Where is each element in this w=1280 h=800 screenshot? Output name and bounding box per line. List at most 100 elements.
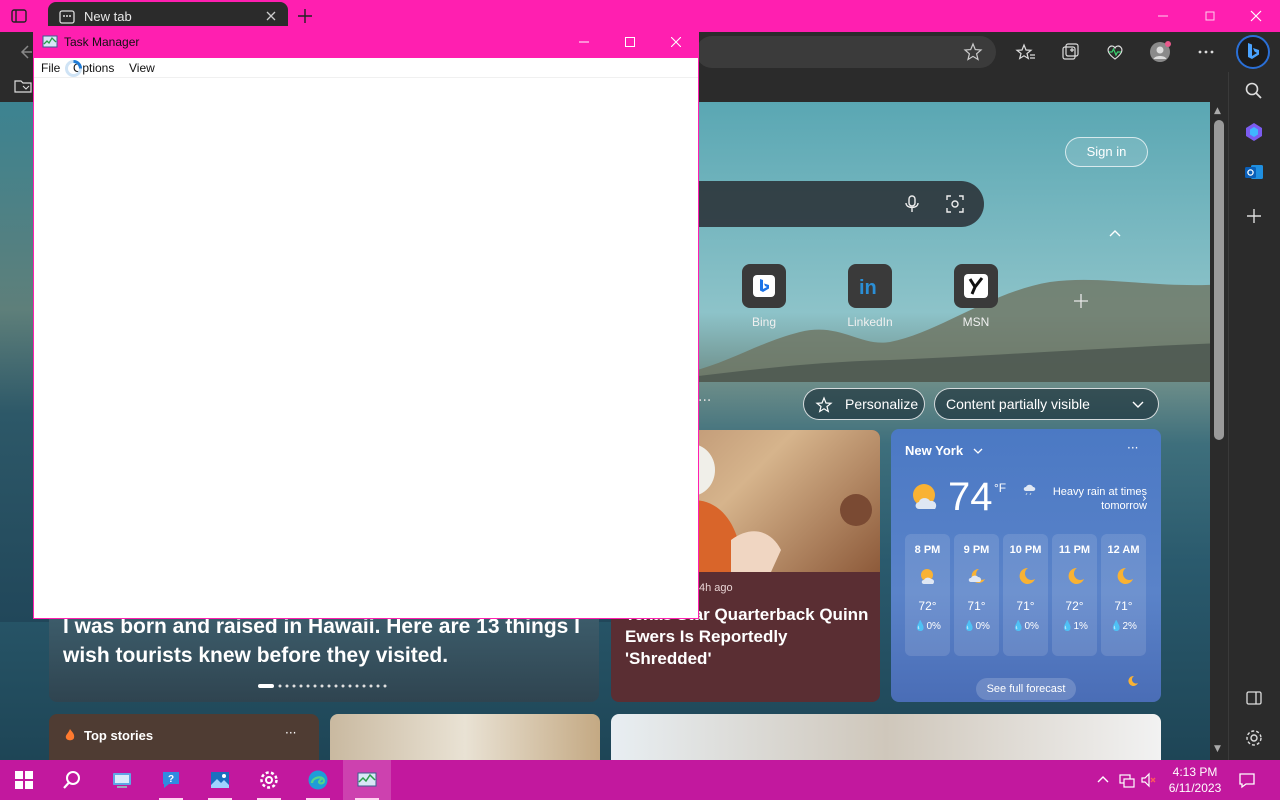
bing-chat-button[interactable] — [1236, 35, 1270, 69]
sign-in-button[interactable]: Sign in — [1065, 137, 1148, 167]
taskbar-get-help[interactable]: ? — [147, 760, 195, 800]
taskbar-edge[interactable] — [294, 760, 342, 800]
sidebar-settings-gear-icon[interactable] — [1243, 727, 1265, 749]
hourly-forecast-item[interactable]: 8 PM 72° 💧0% — [905, 534, 950, 656]
top-stories-more-dots-icon[interactable]: ··· — [285, 726, 296, 740]
svg-text:?: ? — [168, 774, 174, 785]
hourly-forecast-item[interactable]: 9 PM 71° 💧0% — [954, 534, 999, 656]
browser-close-icon[interactable] — [1246, 6, 1266, 26]
sidebar-add-icon[interactable] — [1243, 205, 1265, 227]
hour-precip-value: 1% — [1073, 621, 1088, 632]
add-shortcut-plus-icon[interactable] — [1072, 292, 1090, 310]
quick-link-linkedin[interactable]: in LinkedIn — [835, 264, 905, 330]
bing-logo-icon — [1248, 43, 1259, 59]
profile-avatar-icon[interactable] — [1149, 41, 1171, 63]
personalize-star-icon — [815, 396, 833, 413]
maximize-button[interactable] — [607, 27, 653, 58]
taskbar-photos[interactable] — [196, 760, 244, 800]
visual-search-icon[interactable] — [945, 194, 965, 214]
weather-city[interactable]: New York — [905, 443, 983, 458]
partly-cloudy-icon — [920, 569, 934, 584]
task-manager-title-bar[interactable]: Task Manager — [34, 27, 698, 58]
scroll-up-arrow-icon[interactable]: ▲ — [1214, 106, 1221, 116]
sidebar-discover-icon[interactable] — [1243, 121, 1265, 143]
photos-icon — [211, 772, 229, 788]
quick-link-msn[interactable]: MSN — [941, 264, 1011, 330]
hourly-forecast-item[interactable]: 12 AM 71° 💧2% — [1101, 534, 1146, 656]
feed-more-dots-icon[interactable]: ··· — [698, 393, 711, 409]
hour-time: 8 PM — [914, 544, 941, 556]
sidebar-search-icon[interactable] — [1243, 80, 1265, 102]
taskbar-settings[interactable] — [245, 760, 293, 800]
scrollbar-thumb[interactable] — [1214, 120, 1224, 440]
favorites-icon[interactable] — [1015, 41, 1037, 63]
web-search-box[interactable] — [690, 181, 984, 227]
hour-time: 12 AM — [1107, 544, 1140, 556]
partly-cloudy-icon — [913, 484, 937, 509]
weather-more-dots-icon[interactable]: ··· — [1127, 441, 1138, 455]
busy-cursor-icon — [65, 60, 82, 77]
hour-precip-value: 0% — [975, 621, 990, 632]
menu-file[interactable]: File — [41, 61, 60, 75]
personalize-button[interactable]: Personalize — [803, 388, 925, 420]
story-card-thumbnail[interactable] — [330, 714, 600, 760]
maximize-icon — [625, 37, 635, 47]
story-card-thumbnail[interactable] — [611, 714, 1161, 760]
see-full-forecast-button[interactable]: See full forecast — [976, 678, 1076, 700]
hour-precip: 💧1% — [1061, 621, 1088, 632]
hour-temp: 72° — [918, 599, 937, 613]
sidebar-outlook-icon[interactable] — [1243, 161, 1265, 183]
chevron-down-icon — [1132, 401, 1144, 408]
sidebar-toggle-icon[interactable] — [1243, 687, 1265, 709]
quick-link-bing[interactable]: Bing — [729, 264, 799, 330]
favorites-folder-icon[interactable] — [13, 76, 33, 96]
menu-view[interactable]: View — [129, 61, 155, 75]
favorite-star-icon[interactable] — [962, 41, 984, 63]
weather-chevron-right-icon[interactable]: › — [1142, 491, 1147, 505]
address-bar[interactable] — [696, 36, 996, 68]
close-button[interactable] — [653, 27, 699, 58]
microphone-icon[interactable] — [902, 194, 922, 214]
network-icon[interactable] — [1118, 771, 1136, 789]
page-scrollbar[interactable]: ▲ ▼ — [1210, 102, 1228, 760]
new-tab-favicon-icon — [59, 10, 75, 24]
quick-link-label: Bing — [751, 315, 777, 329]
volume-muted-icon[interactable] — [1140, 771, 1158, 789]
browser-restore-icon[interactable] — [1200, 6, 1220, 26]
story-timestamp: 4h ago — [699, 582, 733, 594]
browser-minimize-icon[interactable] — [1153, 6, 1173, 26]
start-button[interactable] — [0, 760, 48, 800]
close-tab-icon[interactable] — [263, 8, 279, 24]
weather-card[interactable]: New York ··· 74 °F Heavy rain at times t… — [891, 429, 1161, 702]
close-icon — [671, 37, 681, 47]
hourly-forecast-item[interactable]: 10 PM 71° 💧0% — [1003, 534, 1048, 656]
svg-text:in: in — [859, 277, 877, 299]
content-visibility-dropdown[interactable]: Content partially visible — [934, 388, 1159, 420]
show-hidden-icons-chevron-icon[interactable] — [1094, 771, 1112, 789]
hour-temp: 72° — [1065, 599, 1084, 613]
linkedin-icon: in — [859, 277, 877, 299]
minimize-button[interactable] — [561, 27, 607, 58]
moon-icon — [1068, 567, 1084, 584]
clock-time: 4:13 PM — [1172, 765, 1218, 779]
taskbar-control-panel[interactable] — [98, 760, 146, 800]
collections-icon[interactable] — [1059, 41, 1081, 63]
taskbar-clock[interactable]: 4:13 PM 6/11/2023 — [1160, 764, 1230, 796]
minimize-icon — [579, 41, 589, 43]
settings-more-icon[interactable] — [1195, 41, 1217, 63]
taskbar-search-button[interactable] — [48, 760, 96, 800]
task-manager-icon — [357, 772, 377, 787]
scroll-down-arrow-icon[interactable]: ▼ — [1214, 744, 1221, 754]
city-chevron-down-icon — [973, 448, 983, 454]
hourly-forecast-item[interactable]: 11 PM 72° 💧1% — [1052, 534, 1097, 656]
new-tab-plus-icon[interactable] — [294, 5, 316, 27]
help-icon: ? — [163, 772, 179, 788]
performance-heart-icon[interactable] — [1104, 41, 1126, 63]
hour-precip: 💧2% — [1110, 621, 1137, 632]
tab-actions-icon[interactable] — [10, 7, 28, 25]
carousel-page-dots[interactable] — [258, 683, 390, 689]
taskbar-task-manager[interactable] — [343, 760, 391, 800]
top-stories-card[interactable]: Top stories ··· — [49, 714, 319, 760]
notifications-icon[interactable] — [1238, 771, 1256, 789]
collapse-chevron-up-icon[interactable] — [1106, 224, 1124, 242]
